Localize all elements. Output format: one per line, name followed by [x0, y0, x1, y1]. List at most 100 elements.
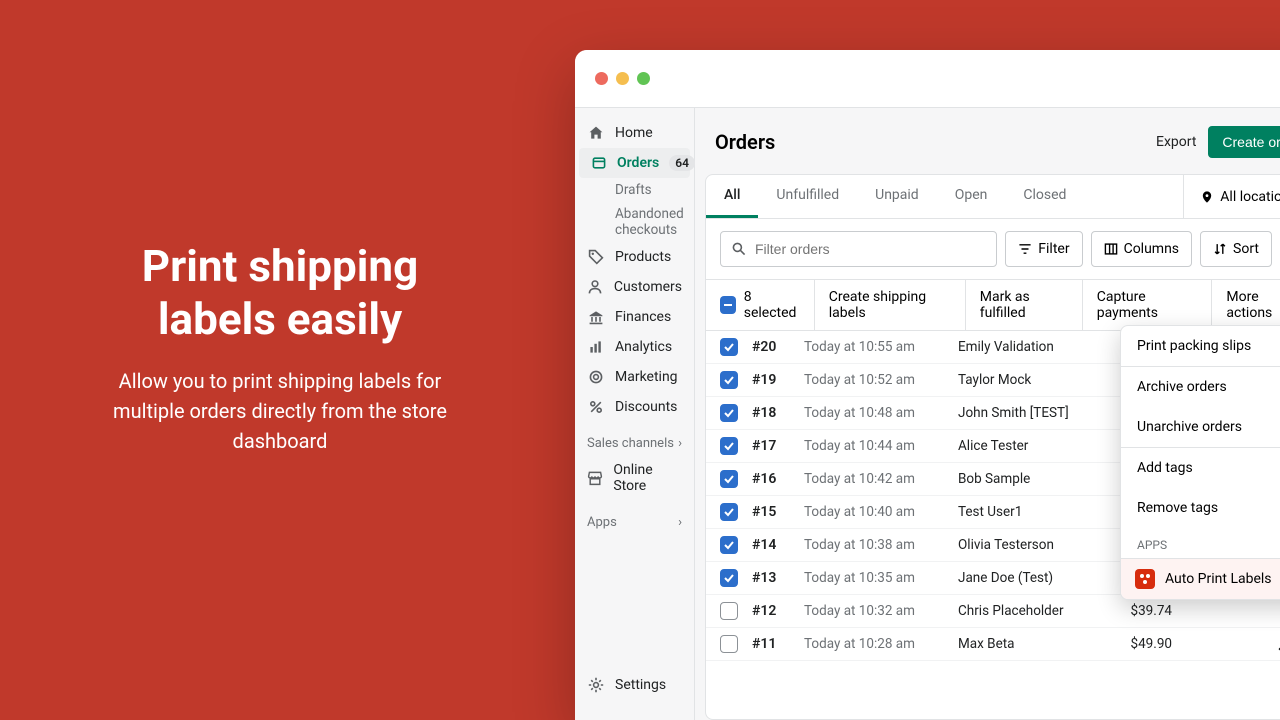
sidebar-item-finances[interactable]: Finances [575, 302, 694, 332]
sidebar-section-apps[interactable]: Apps › [575, 501, 694, 534]
tab-unfulfilled[interactable]: Unfulfilled [758, 175, 857, 218]
tab-open[interactable]: Open [937, 175, 1006, 218]
tab-unpaid[interactable]: Unpaid [857, 175, 937, 218]
row-checkbox[interactable] [720, 371, 738, 389]
sidebar-item-orders[interactable]: Orders 64 [579, 148, 690, 178]
orders-card: All Unfulfilled Unpaid Open Closed All l… [705, 174, 1280, 720]
order-date: Today at 10:32 am [804, 603, 944, 619]
sort-button[interactable]: Sort [1200, 231, 1272, 267]
button-label: Sort [1233, 241, 1259, 257]
order-customer: Taylor Mock [958, 372, 1098, 388]
row-checkbox[interactable] [720, 602, 738, 620]
columns-button[interactable]: Columns [1091, 231, 1192, 267]
sort-icon [1213, 242, 1227, 256]
order-number: #16 [752, 471, 790, 487]
home-icon [587, 125, 605, 141]
table-row[interactable]: #11Today at 10:28 amMax Beta$49.90 [706, 628, 1280, 661]
sidebar-item-label: Finances [615, 309, 671, 325]
app-icon [1135, 569, 1155, 589]
gear-icon [587, 677, 605, 693]
order-number: #12 [752, 603, 790, 619]
sidebar-item-abandoned[interactable]: Abandoned checkouts [575, 202, 694, 242]
sidebar-item-label: Online Store [613, 462, 682, 494]
tab-closed[interactable]: Closed [1005, 175, 1084, 218]
sidebar-item-label: Marketing [615, 369, 678, 385]
order-date: Today at 10:48 am [804, 405, 944, 421]
store-icon [587, 470, 603, 486]
filter-button[interactable]: Filter [1005, 231, 1082, 267]
bulk-mark-fulfilled[interactable]: Mark as fulfilled [966, 280, 1083, 330]
order-amount: $49.90 [1112, 636, 1172, 652]
button-label: Columns [1124, 241, 1179, 257]
row-checkbox[interactable] [720, 536, 738, 554]
maximize-icon[interactable] [637, 72, 650, 85]
order-customer: Bob Sample [958, 471, 1098, 487]
order-date: Today at 10:38 am [804, 537, 944, 553]
close-icon[interactable] [595, 72, 608, 85]
dd-auto-print-labels[interactable]: Auto Print Labels [1121, 559, 1280, 599]
location-pin-icon [1200, 190, 1214, 204]
sidebar-item-analytics[interactable]: Analytics [575, 332, 694, 362]
dd-add-tags[interactable]: Add tags [1121, 448, 1280, 488]
dd-print-packing-slips[interactable]: Print packing slips [1121, 326, 1280, 366]
bulk-selected[interactable]: 8 selected [706, 280, 815, 330]
target-icon [587, 369, 605, 385]
order-date: Today at 10:55 am [804, 339, 944, 355]
indeterminate-checkbox-icon [720, 296, 736, 314]
order-customer: Emily Validation [958, 339, 1098, 355]
order-date: Today at 10:44 am [804, 438, 944, 454]
sidebar-item-customers[interactable]: Customers [575, 272, 694, 302]
row-checkbox[interactable] [720, 404, 738, 422]
sidebar-item-products[interactable]: Products [575, 242, 694, 272]
order-number: #13 [752, 570, 790, 586]
search-input[interactable] [755, 241, 986, 257]
search-input-wrapper[interactable] [720, 231, 997, 267]
sidebar: Home Orders 64 Drafts Abandoned checkout… [575, 108, 695, 720]
create-order-button[interactable]: Create order [1208, 126, 1280, 158]
sidebar-item-home[interactable]: Home [575, 118, 694, 148]
export-button[interactable]: Export [1156, 134, 1196, 150]
hero-title: Print shipping labels easily [90, 240, 470, 346]
sidebar-item-label: Customers [614, 279, 682, 295]
sidebar-item-label: Orders [617, 155, 659, 171]
order-customer: Olivia Testerson [958, 537, 1098, 553]
bulk-more-actions[interactable]: More actions ▾ [1212, 280, 1280, 330]
order-date: Today at 10:35 am [804, 570, 944, 586]
button-label: Filter [1038, 241, 1069, 257]
dd-unarchive-orders[interactable]: Unarchive orders [1121, 407, 1280, 447]
sidebar-section-sales[interactable]: Sales channels › [575, 422, 694, 455]
order-customer: Max Beta [958, 636, 1098, 652]
sidebar-item-settings[interactable]: Settings [575, 670, 695, 700]
sidebar-item-label: Analytics [615, 339, 672, 355]
dd-apps-label: APPS [1121, 528, 1280, 558]
bulk-capture-payments[interactable]: Capture payments [1083, 280, 1213, 330]
row-checkbox[interactable] [720, 569, 738, 587]
row-checkbox[interactable] [720, 338, 738, 356]
row-checkbox[interactable] [720, 503, 738, 521]
percent-icon [587, 399, 605, 415]
order-customer: Test User1 [958, 504, 1098, 520]
order-date: Today at 10:52 am [804, 372, 944, 388]
dd-remove-tags[interactable]: Remove tags [1121, 488, 1280, 528]
chevron-right-icon: › [678, 436, 682, 451]
tab-all[interactable]: All [706, 175, 758, 218]
row-checkbox[interactable] [720, 635, 738, 653]
order-customer: Chris Placeholder [958, 603, 1098, 619]
dd-archive-orders[interactable]: Archive orders [1121, 367, 1280, 407]
sidebar-item-marketing[interactable]: Marketing [575, 362, 694, 392]
order-customer: Jane Doe (Test) [958, 570, 1098, 586]
location-filter[interactable]: All locations ▾ [1183, 175, 1280, 218]
sidebar-item-online-store[interactable]: Online Store [575, 455, 694, 501]
order-number: #11 [752, 636, 790, 652]
row-checkbox[interactable] [720, 470, 738, 488]
sidebar-item-discounts[interactable]: Discounts [575, 392, 694, 422]
minimize-icon[interactable] [616, 72, 629, 85]
location-filter-label: All locations [1220, 189, 1280, 205]
bulk-create-labels[interactable]: Create shipping labels [815, 280, 966, 330]
row-checkbox[interactable] [720, 437, 738, 455]
sidebar-item-label: Settings [615, 677, 666, 693]
app-window: Home Orders 64 Drafts Abandoned checkout… [575, 50, 1280, 720]
button-label: More actions [1226, 289, 1280, 321]
order-number: #20 [752, 339, 790, 355]
sidebar-item-drafts[interactable]: Drafts [575, 178, 694, 202]
